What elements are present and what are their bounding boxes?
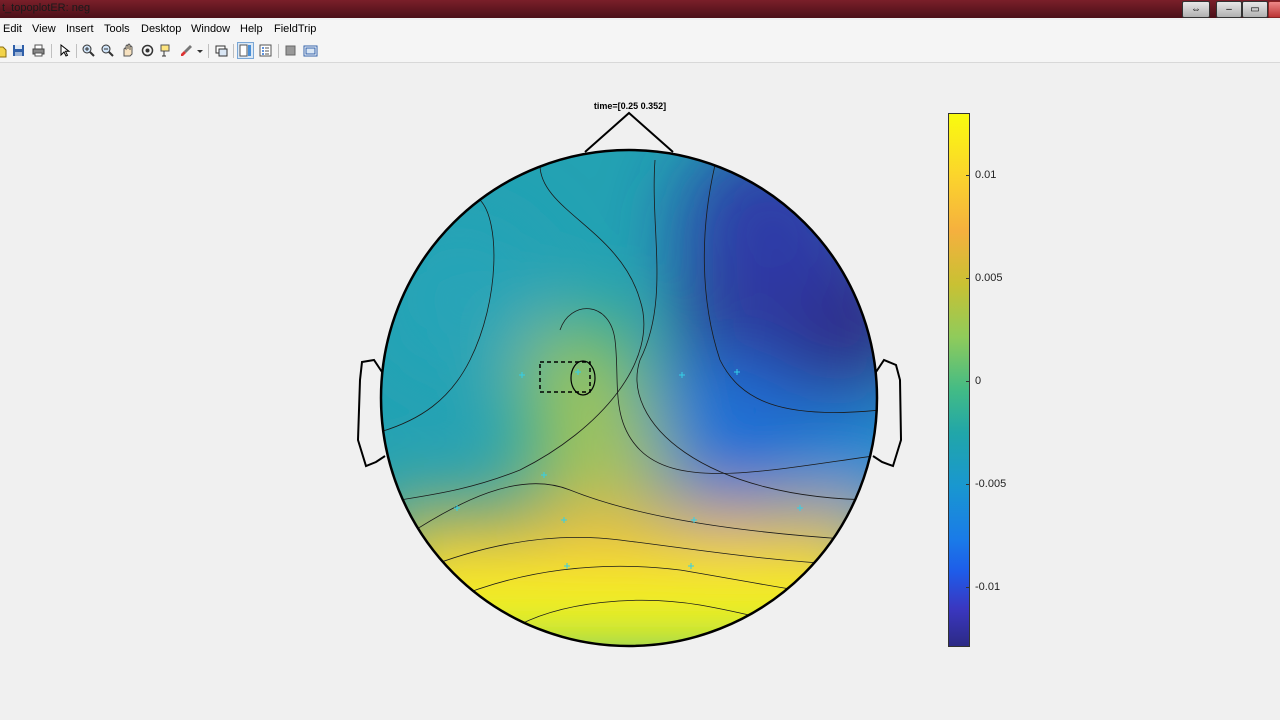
colorbar-tick-label: 0.01 [975, 169, 997, 181]
zoom-out-icon[interactable] [100, 43, 115, 58]
zoom-in-icon[interactable] [81, 43, 96, 58]
new-figure-icon[interactable] [0, 43, 9, 58]
rotate-3d-icon[interactable] [140, 43, 155, 58]
save-icon[interactable] [11, 43, 26, 58]
colorbar-tick-label: 0.005 [975, 272, 1003, 284]
colorbar-tick-label: 0 [975, 375, 982, 387]
menu-desktop[interactable]: Desktop [141, 23, 181, 35]
minimize-button[interactable]: – [1216, 1, 1242, 18]
colorbar-tick [966, 484, 970, 485]
menu-bar: Edit View Insert Tools Desktop Window He… [0, 20, 1280, 40]
colorbar-tick [966, 381, 970, 382]
show-plot-tools-icon[interactable] [303, 43, 318, 58]
colorbar-tick-label: -0.01 [975, 581, 1001, 593]
nose-outline [584, 111, 674, 153]
print-icon[interactable] [31, 43, 46, 58]
menu-fieldtrip[interactable]: FieldTrip [274, 23, 316, 35]
figure-toolbar [0, 40, 1280, 63]
colorbar-tick [966, 587, 970, 588]
menu-view[interactable]: View [32, 23, 56, 35]
toolbar-separator [278, 44, 279, 58]
insert-legend-icon[interactable] [258, 43, 273, 58]
menu-edit[interactable]: Edit [3, 23, 22, 35]
topography-map [381, 150, 877, 646]
menu-insert[interactable]: Insert [66, 23, 94, 35]
colorbar-tick [966, 175, 970, 176]
insert-colorbar-icon[interactable] [237, 42, 254, 59]
brush-icon[interactable] [179, 43, 194, 58]
toolbar-separator [208, 44, 209, 58]
pan-hand-icon[interactable] [120, 43, 135, 58]
hide-plot-tools-icon[interactable] [283, 43, 298, 58]
pointer-icon[interactable] [57, 43, 72, 58]
toolbar-separator [233, 44, 234, 58]
maximize-button[interactable]: ▭ [1242, 1, 1268, 18]
toolbar-separator [76, 44, 77, 58]
toolbar-separator [51, 44, 52, 58]
close-button[interactable] [1268, 1, 1280, 18]
topoplot [356, 111, 903, 648]
window-titlebar[interactable]: t_topoplotER: neg ⇔ – ▭ [0, 0, 1280, 18]
data-cursor-icon[interactable] [159, 43, 174, 58]
menu-window[interactable]: Window [191, 23, 230, 35]
colorbar-tick [966, 278, 970, 279]
window-title: t_topoplotER: neg [2, 2, 91, 14]
menu-help[interactable]: Help [240, 23, 263, 35]
link-plot-icon[interactable] [214, 43, 229, 58]
colorbar [948, 113, 970, 647]
restore-arrows-button[interactable]: ⇔ [1182, 1, 1210, 18]
colorbar-tick-label: -0.005 [975, 478, 1007, 490]
menu-tools[interactable]: Tools [104, 23, 130, 35]
brush-dropdown-icon[interactable] [196, 43, 204, 58]
